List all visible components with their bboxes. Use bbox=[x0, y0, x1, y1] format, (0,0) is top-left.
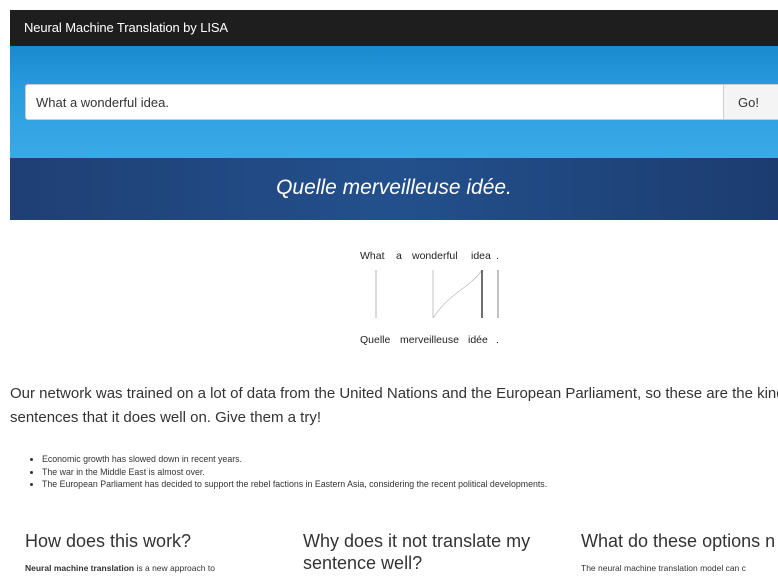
source-token: wonderful bbox=[411, 250, 458, 262]
translation-result-band: Quelle merveilleuse idée. bbox=[10, 158, 778, 220]
translation-output: Quelle merveilleuse idée. bbox=[276, 176, 512, 199]
how-it-works-text: Neural machine translation is a new appr… bbox=[25, 563, 215, 573]
source-token: . bbox=[496, 250, 499, 262]
navbar: Neural Machine Translation by LISA bbox=[10, 10, 778, 46]
align-link bbox=[432, 269, 483, 319]
source-token: What bbox=[360, 250, 385, 262]
example-sentence[interactable]: The European Parliament has decided to s… bbox=[42, 478, 547, 491]
example-sentence[interactable]: Economic growth has slowed down in recen… bbox=[42, 453, 547, 466]
brand-title[interactable]: Neural Machine Translation by LISA bbox=[24, 20, 228, 35]
options-heading: What do these options n bbox=[581, 531, 776, 551]
search-band: Go! bbox=[10, 46, 778, 158]
why-heading-line: sentence well? bbox=[303, 553, 423, 573]
why-heading-line: Why does it not translate my bbox=[303, 531, 531, 551]
target-token: . bbox=[496, 334, 499, 346]
target-token: merveilleuse bbox=[400, 334, 459, 346]
intro-line: sentences that it does well on. Give the… bbox=[10, 409, 321, 426]
why-not-translate-heading: Why does it not translate my sentence we… bbox=[303, 530, 530, 574]
intro-line: Our network was trained on a lot of data… bbox=[10, 385, 778, 402]
example-sentence[interactable]: The war in the Middle East is almost ove… bbox=[42, 466, 547, 479]
how-it-works-bold: Neural machine translation bbox=[25, 563, 135, 573]
source-token: a bbox=[396, 250, 402, 262]
options-text: The neural machine translation model can… bbox=[581, 563, 746, 573]
search-box: Go! bbox=[25, 84, 778, 120]
how-it-works-heading: How does this work? bbox=[25, 531, 192, 551]
how-it-works-rest: is a new approach to bbox=[134, 563, 215, 573]
alignment-diagram: What a wonderful idea . Quelle merveille… bbox=[340, 244, 540, 354]
target-token: idée bbox=[468, 334, 488, 346]
go-button[interactable]: Go! bbox=[723, 85, 778, 119]
sentence-input[interactable] bbox=[26, 85, 722, 119]
example-sentence-list: Economic growth has slowed down in recen… bbox=[26, 453, 547, 491]
intro-paragraph: Our network was trained on a lot of data… bbox=[10, 382, 778, 430]
target-token: Quelle bbox=[360, 334, 391, 346]
page: Neural Machine Translation by LISA Go! Q… bbox=[0, 0, 778, 579]
alignment-svg: What a wonderful idea . Quelle merveille… bbox=[360, 250, 499, 346]
source-token: idea bbox=[471, 250, 491, 262]
